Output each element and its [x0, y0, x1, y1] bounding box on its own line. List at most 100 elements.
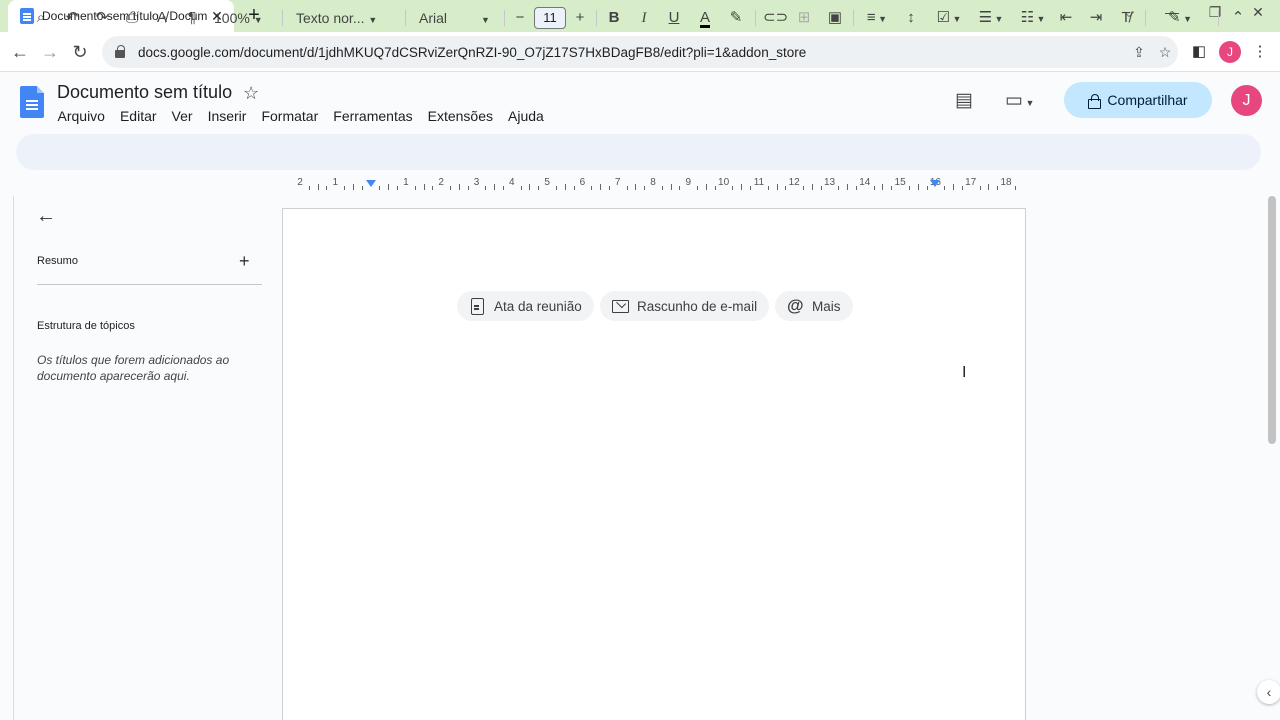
- side-panel-icon[interactable]: ◧: [1188, 41, 1210, 63]
- browser-toolbar: ← → ↻ docs.google.com/document/d/1jdhMKU…: [0, 32, 1280, 72]
- menu-item-formatar[interactable]: Formatar: [254, 106, 326, 126]
- insert-image-icon[interactable]: ▣: [825, 0, 845, 36]
- right-indent-marker[interactable]: [930, 180, 940, 187]
- ruler-label: 15: [894, 177, 906, 188]
- print-icon[interactable]: ⎙: [122, 0, 142, 36]
- toolbar-divider: [504, 10, 505, 26]
- chip-label: Rascunho de e-mail: [637, 298, 758, 314]
- ruler-tick: [317, 184, 319, 190]
- chip-meeting-notes[interactable]: Ata da reunião: [457, 291, 594, 321]
- chip-email-draft[interactable]: Rascunho de e-mail: [600, 291, 770, 321]
- chip-more[interactable]: @ Mais: [775, 291, 853, 321]
- text-color-icon[interactable]: A: [694, 0, 716, 36]
- redo-icon[interactable]: ↷: [92, 0, 112, 36]
- ruler-tick: [626, 186, 628, 190]
- italic-icon[interactable]: I: [634, 0, 654, 36]
- increase-font-size-button[interactable]: +: [571, 0, 589, 36]
- address-bar[interactable]: docs.google.com/document/d/1jdhMKUQ7dCSR…: [102, 36, 1178, 68]
- reload-icon[interactable]: ↻: [68, 40, 92, 64]
- numbered-list-icon[interactable]: ☷ ▼: [1016, 0, 1050, 36]
- ruler-tick: [917, 184, 919, 190]
- ruler-tick: [873, 186, 875, 190]
- ruler-tick: [308, 186, 310, 190]
- add-comment-icon[interactable]: ⊞: [794, 0, 814, 36]
- share-page-icon[interactable]: ⇪: [1126, 44, 1152, 61]
- vertical-scrollbar[interactable]: [1268, 196, 1276, 444]
- menu-item-ferramentas[interactable]: Ferramentas: [326, 106, 420, 126]
- left-indent-marker[interactable]: [366, 180, 376, 187]
- add-summary-icon[interactable]: +: [239, 251, 250, 272]
- underline-icon[interactable]: U: [664, 0, 684, 36]
- document-page[interactable]: [282, 208, 1026, 720]
- chip-label: Mais: [812, 298, 841, 314]
- ruler-tick: [529, 184, 531, 190]
- spellcheck-icon[interactable]: A̸: [152, 0, 172, 36]
- line-spacing-icon[interactable]: ↕: [901, 0, 921, 36]
- chevron-down-icon: ▼: [481, 15, 490, 25]
- browser-menu-icon[interactable]: ⋮: [1249, 41, 1271, 63]
- increase-indent-icon[interactable]: ⇥: [1086, 0, 1106, 36]
- ruler-tick: [803, 186, 805, 190]
- search-menus-icon[interactable]: ⌕: [30, 0, 52, 36]
- ruler-label: 4: [509, 177, 515, 188]
- star-icon[interactable]: ☆: [243, 83, 259, 104]
- ruler-tick: [838, 186, 840, 190]
- forward-icon[interactable]: →: [38, 40, 62, 64]
- restore-button[interactable]: ❐: [1200, 4, 1230, 21]
- zoom-value: 100%: [214, 10, 250, 26]
- ruler-tick: [450, 186, 452, 190]
- ruler-tick: [979, 186, 981, 190]
- align-icon[interactable]: ≡ ▼: [861, 0, 893, 36]
- menu-item-inserir[interactable]: Inserir: [200, 106, 254, 126]
- menu-bar: Arquivo Editar Ver Inserir Formatar Ferr…: [50, 106, 551, 126]
- url-text[interactable]: docs.google.com/document/d/1jdhMKUQ7dCSR…: [138, 45, 1126, 60]
- close-outline-icon[interactable]: ←: [36, 205, 56, 228]
- link-icon[interactable]: ⊂⊃: [763, 0, 788, 36]
- ruler-tick: [1014, 186, 1016, 190]
- user-avatar[interactable]: J: [1231, 85, 1262, 116]
- menu-item-extensoes[interactable]: Extensões: [420, 106, 500, 126]
- editing-mode-icon[interactable]: ✎ ▼: [1162, 0, 1198, 36]
- ruler-tick: [882, 184, 884, 190]
- font-select[interactable]: Arial ▼: [419, 0, 495, 36]
- decrease-indent-icon[interactable]: ⇤: [1056, 0, 1076, 36]
- ruler-tick: [732, 186, 734, 190]
- ruler-label: 9: [685, 177, 692, 188]
- back-icon[interactable]: ←: [8, 40, 32, 64]
- font-size-input[interactable]: 11: [534, 7, 566, 29]
- docs-logo-icon[interactable]: [20, 86, 44, 118]
- menu-item-ver[interactable]: Ver: [164, 106, 200, 126]
- ruler-label: 8: [650, 177, 656, 188]
- decrease-font-size-button[interactable]: −: [511, 0, 529, 36]
- chevron-left-icon[interactable]: ‹: [1257, 680, 1280, 704]
- ruler-label: 10: [718, 177, 730, 188]
- horizontal-ruler[interactable]: 2 1 1 2 3 4 5 6 7 8 9 10 11 12 13 14 15 16 17 18: [282, 176, 1026, 192]
- menu-item-editar[interactable]: Editar: [112, 106, 164, 126]
- toolbar-divider: [755, 10, 756, 26]
- bold-icon[interactable]: B: [604, 0, 624, 36]
- lock-icon[interactable]: [114, 45, 126, 59]
- undo-icon[interactable]: ↶: [62, 0, 82, 36]
- menu-item-ajuda[interactable]: Ajuda: [501, 106, 552, 126]
- toolbar-divider: [596, 10, 597, 26]
- vertical-ruler: [0, 196, 14, 720]
- paragraph-style-select[interactable]: Texto nor... ▼: [296, 0, 392, 36]
- ruler-label: 11: [753, 177, 765, 188]
- ruler-tick: [670, 184, 672, 190]
- zoom-select[interactable]: 100% ▼: [214, 0, 268, 36]
- comments-icon[interactable]: ▤: [955, 89, 973, 112]
- bookmark-star-icon[interactable]: ☆: [1152, 44, 1178, 61]
- share-button[interactable]: Compartilhar: [1064, 82, 1212, 118]
- paint-format-icon[interactable]: ¶: [182, 0, 202, 36]
- hide-menus-icon[interactable]: ⌃: [1228, 0, 1248, 36]
- browser-profile-avatar[interactable]: J: [1219, 41, 1241, 63]
- highlight-icon[interactable]: ✎: [726, 0, 746, 36]
- ruler-tick: [423, 184, 425, 190]
- clear-formatting-icon[interactable]: T̸: [1116, 0, 1136, 36]
- bulleted-list-icon[interactable]: ☰ ▼: [974, 0, 1008, 36]
- checklist-icon[interactable]: ☑ ▼: [932, 0, 966, 36]
- meet-icon[interactable]: ▭ ▼: [1005, 89, 1034, 112]
- document-title[interactable]: Documento sem título: [57, 82, 232, 103]
- menu-item-arquivo[interactable]: Arquivo: [50, 106, 112, 126]
- ruler-tick: [564, 184, 566, 190]
